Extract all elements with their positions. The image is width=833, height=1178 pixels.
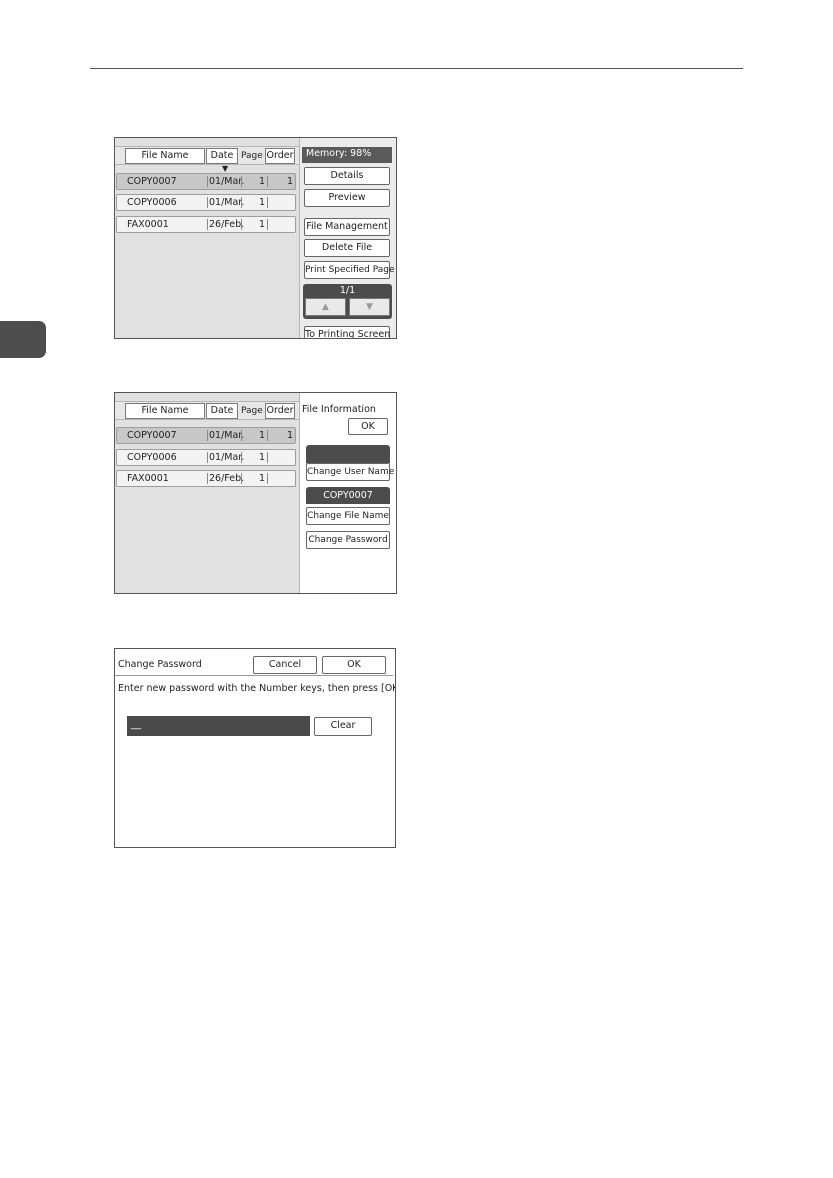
column-divider — [267, 452, 268, 463]
file-name: COPY0007 — [127, 176, 177, 187]
column-divider — [207, 452, 208, 463]
file-pages: 1 — [259, 473, 266, 484]
file-pages: 1 — [259, 219, 266, 230]
column-divider — [207, 473, 208, 484]
page-column-label: Page — [241, 151, 263, 161]
column-divider — [241, 197, 242, 208]
column-divider — [267, 430, 268, 441]
column-divider — [241, 473, 242, 484]
change-password-screen: Change Password Cancel OK Enter new pass… — [114, 648, 396, 848]
sort-descending-icon: ▼ — [222, 164, 229, 173]
file-name: COPY0006 — [127, 452, 177, 463]
sort-by-order-button[interactable]: Order — [265, 148, 295, 164]
file-row[interactable]: FAX0001 26/Feb. 1 — [116, 216, 296, 233]
file-date: 01/Mar. — [209, 452, 245, 463]
sort-by-date-button[interactable]: Date — [206, 403, 238, 419]
cancel-button[interactable]: Cancel — [253, 656, 317, 674]
file-list-area: File Name Date Page Order COPY0007 01/Ma… — [115, 393, 299, 593]
scroll-up-icon[interactable]: ▲ — [305, 298, 346, 316]
column-divider — [267, 473, 268, 484]
instruction-text: Enter new password with the Number keys,… — [118, 683, 396, 694]
file-name: FAX0001 — [127, 473, 169, 484]
file-pages: 1 — [259, 176, 266, 187]
dialog-title: Change Password — [118, 659, 202, 670]
file-date: 26/Feb. — [209, 473, 245, 484]
preview-button[interactable]: Preview — [304, 189, 390, 207]
file-order: 1 — [287, 430, 294, 441]
file-row[interactable]: FAX0001 26/Feb. 1 — [116, 470, 296, 487]
file-date: 01/Mar. — [209, 176, 245, 187]
file-date: 01/Mar. — [209, 430, 245, 441]
column-divider — [207, 430, 208, 441]
page-scroll-control: 1/1 ▲ ▼ — [303, 284, 392, 319]
file-information-panel: File Information OK Change User Name COP… — [299, 393, 396, 593]
delete-file-button[interactable]: Delete File — [304, 239, 390, 257]
file-information-screen: File Name Date Page Order COPY0007 01/Ma… — [114, 392, 397, 594]
file-management-button[interactable]: File Management — [304, 218, 390, 236]
column-divider — [241, 430, 242, 441]
to-printing-screen-button[interactable]: To Printing Screen — [304, 326, 390, 338]
column-divider — [267, 176, 268, 187]
ok-button[interactable]: OK — [322, 656, 386, 674]
panel-title: File Information — [302, 404, 376, 415]
file-row[interactable]: COPY0006 01/Mar. 1 — [116, 449, 296, 466]
sort-by-date-button[interactable]: Date — [206, 148, 238, 164]
column-divider — [241, 176, 242, 187]
file-list-area: File Name Date Page Order ▼ COPY0007 01/… — [115, 138, 299, 338]
ok-button[interactable]: OK — [348, 418, 388, 435]
scroll-down-icon[interactable]: ▼ — [349, 298, 390, 316]
file-pages: 1 — [259, 452, 266, 463]
file-pages: 1 — [259, 197, 266, 208]
print-specified-page-button[interactable]: Print Specified Page — [304, 261, 395, 279]
memory-indicator: Memory: 98% — [302, 147, 392, 163]
column-divider — [241, 219, 242, 230]
sort-by-order-button[interactable]: Order — [265, 403, 295, 419]
clear-button[interactable]: Clear — [314, 717, 372, 736]
file-row[interactable]: COPY0006 01/Mar. 1 — [116, 194, 296, 211]
file-name: FAX0001 — [127, 219, 169, 230]
list-header: File Name Date Page Order — [115, 146, 299, 165]
change-password-button[interactable]: Change Password — [306, 531, 390, 549]
password-field[interactable]: __ — [127, 716, 310, 736]
file-name: COPY0007 — [127, 430, 177, 441]
column-divider — [207, 197, 208, 208]
file-name-value: COPY0007 — [306, 487, 390, 504]
file-date: 26/Feb. — [209, 219, 245, 230]
document-server-screen: File Name Date Page Order ▼ COPY0007 01/… — [114, 137, 397, 339]
column-divider — [267, 197, 268, 208]
page-counter: 1/1 — [339, 285, 356, 296]
details-button[interactable]: Details — [304, 167, 390, 185]
file-row[interactable]: COPY0007 01/Mar. 1 1 — [116, 173, 296, 190]
change-user-name-button[interactable]: Change User Name — [306, 463, 394, 481]
file-row[interactable]: COPY0007 01/Mar. 1 1 — [116, 427, 296, 444]
page-column-label: Page — [241, 406, 263, 416]
file-pages: 1 — [259, 430, 266, 441]
sort-by-file-name-button[interactable]: File Name — [125, 403, 205, 419]
file-order: 1 — [287, 176, 294, 187]
chapter-tab — [0, 321, 46, 358]
column-divider — [241, 452, 242, 463]
change-file-name-button[interactable]: Change File Name — [306, 507, 390, 525]
file-date: 01/Mar. — [209, 197, 245, 208]
command-panel: Memory: 98% Details Preview File Managem… — [299, 138, 396, 338]
list-header: File Name Date Page Order — [115, 401, 299, 420]
file-name: COPY0006 — [127, 197, 177, 208]
dialog-title-bar: Change Password Cancel OK — [115, 649, 393, 676]
page-header-rule — [90, 68, 743, 69]
column-divider — [207, 219, 208, 230]
column-divider — [267, 219, 268, 230]
sort-by-file-name-button[interactable]: File Name — [125, 148, 205, 164]
user-name-value — [306, 445, 390, 463]
column-divider — [207, 176, 208, 187]
